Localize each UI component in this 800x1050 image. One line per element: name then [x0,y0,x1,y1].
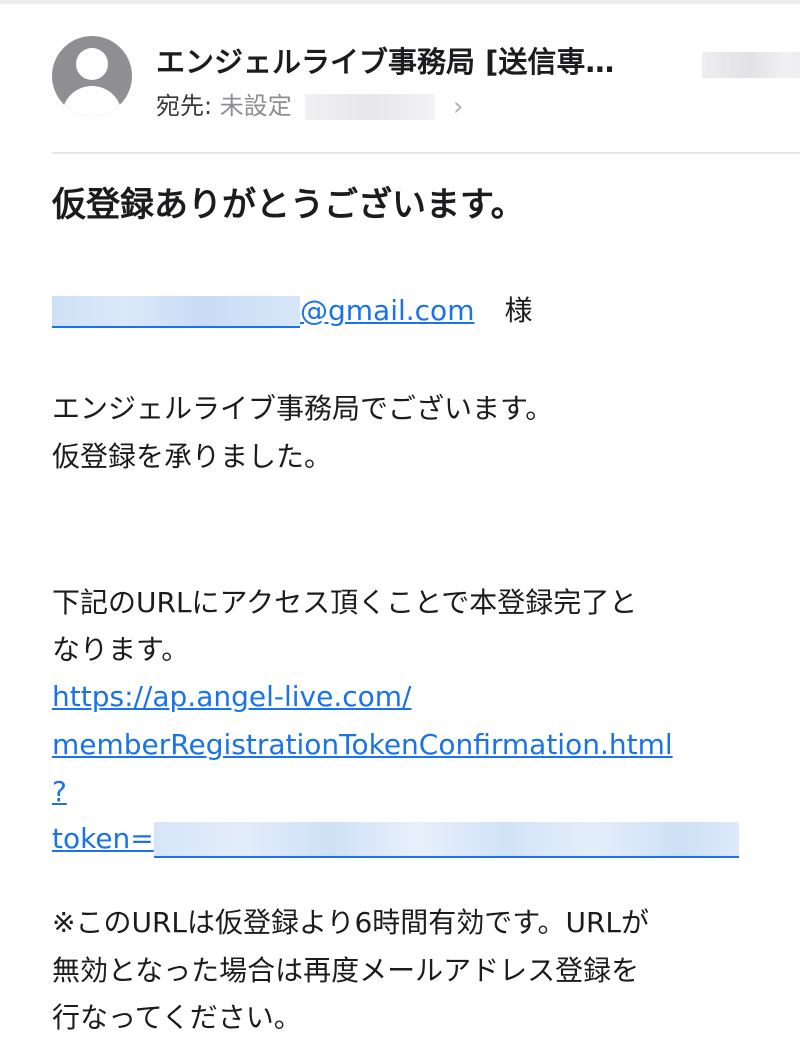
confirmation-url-line-1[interactable]: https://ap.angel-live.com/ [52,674,792,720]
to-value: 未設定 [219,92,292,120]
honorific: 様 [504,294,533,327]
to-label: 宛先: [156,92,213,120]
chevron-right-icon[interactable]: › [453,89,463,125]
avatar-shoulders-shape [62,86,122,116]
sender-name[interactable]: エンジェルライブ事務局 [送信専… [156,42,696,82]
email-subject: 仮登録ありがとうございます。 [52,185,525,225]
recipient-row[interactable]: 宛先: 未設定 › [156,88,463,124]
confirmation-url-line-3[interactable]: ? [52,769,792,815]
header-divider [52,152,800,154]
intro-line-2: 仮登録を承りました。 [52,440,333,473]
token-redacted [153,822,739,858]
email-local-part-redacted [52,296,300,328]
top-separator [0,0,800,4]
email-domain: @gmail.com [300,294,475,327]
note-line-1: ※このURLは仮登録より6時間有効です。URLが [52,906,650,939]
recipient-email-link[interactable]: @gmail.com [52,294,475,328]
url-token-prefix: token= [52,822,154,855]
url-token-link[interactable]: token= [52,822,739,858]
url-part-host[interactable]: https://ap.angel-live.com/ [52,680,411,713]
sender-address-redacted [702,52,800,78]
instruction-line-1: 下記のURLにアクセス頂くことで本登録完了と [52,586,638,619]
recipient-line: @gmail.com 様 [52,288,792,334]
url-part-path[interactable]: memberRegistrationTokenConfirmation.html [52,728,673,761]
avatar-head-shape [76,48,108,80]
mail-header: エンジェルライブ事務局 [送信専… 宛先: 未設定 › [52,36,800,126]
url-part-query[interactable]: ? [52,775,67,808]
sender-avatar-icon[interactable] [52,36,132,116]
confirmation-url-line-4[interactable]: token= [52,816,792,862]
intro-line-1: エンジェルライブ事務局でございます。 [52,392,554,425]
instruction-line-2: なります。 [52,633,190,666]
note-line-2: 無効となった場合は再度メールアドレス登録を [52,954,640,987]
note-line-3: 行なってください。 [52,1001,302,1034]
confirmation-url-line-2[interactable]: memberRegistrationTokenConfirmation.html [52,722,792,768]
recipient-redacted [305,94,436,120]
